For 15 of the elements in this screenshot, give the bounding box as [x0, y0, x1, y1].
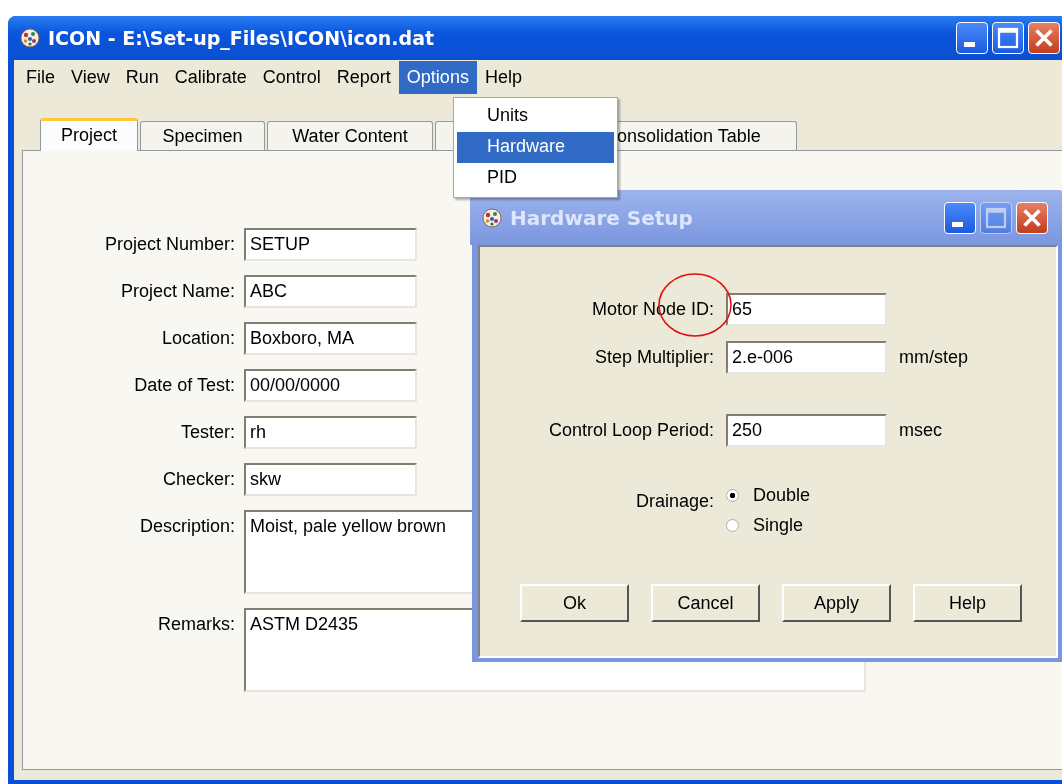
field-label: Date of Test: — [133, 374, 235, 396]
field-label: Drainage: — [634, 491, 714, 512]
dialog-title: Hardware Setup — [510, 205, 694, 230]
field-label: Location: — [160, 327, 235, 349]
field-label: Project Number: — [103, 233, 235, 255]
field-label: Remarks: — [157, 613, 235, 635]
field-label: Control Loop Period: — [547, 420, 714, 441]
window-title: ICON - E:\Set-up_Files\ICON\icon.dat — [48, 27, 436, 49]
field-label: Description: — [138, 515, 235, 537]
field-label: Project Name: — [119, 280, 235, 302]
field-label: Tester: — [179, 421, 235, 443]
unit-label: mm/step — [899, 347, 969, 368]
field-label: Checker: — [161, 468, 235, 490]
field-label: Step Multiplier: — [593, 347, 714, 368]
unit-label: msec — [899, 420, 943, 441]
